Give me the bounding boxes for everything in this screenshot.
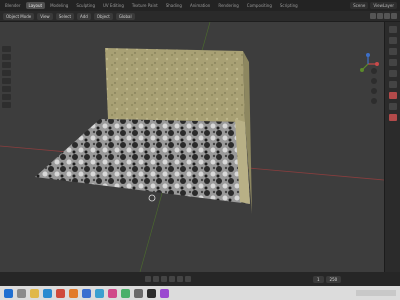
scene-properties-icon[interactable] [389,70,397,77]
start-icon[interactable] [4,288,13,298]
terminal-icon[interactable] [147,288,156,298]
edge-icon[interactable] [43,288,52,298]
workspace-bar: Blender Layout Modeling Sculpting UV Edi… [0,0,400,11]
select-tool-icon[interactable] [2,46,11,52]
workspace-tab[interactable]: Blender [2,2,24,9]
workspace-tab[interactable]: Texture Paint [129,2,161,9]
world-properties-icon[interactable] [389,81,397,88]
rendered-shading-icon[interactable] [391,13,397,19]
z-axis-icon[interactable] [366,53,370,57]
transform-orientation-dropdown[interactable]: Global [115,12,135,20]
frame-end-field[interactable]: 250 [325,275,342,283]
3d-viewport[interactable] [0,22,384,272]
annotate-tool-icon[interactable] [2,94,11,100]
y-axis-icon[interactable] [360,68,364,72]
textured-wall-back[interactable] [105,48,245,122]
workspace-tab[interactable]: Sculpting [73,2,98,9]
select-menu[interactable]: Select [55,12,75,20]
perspective-toggle-icon[interactable] [371,98,377,104]
camera-view-icon[interactable] [371,88,377,94]
file-explorer-icon[interactable] [30,288,39,298]
mode-dropdown[interactable]: Object Mode [3,12,35,20]
search-icon[interactable] [17,288,26,298]
cursor-tool-icon[interactable] [2,54,11,60]
render-properties-icon[interactable] [389,37,397,44]
music-icon[interactable] [108,288,117,298]
jump-end-icon[interactable] [185,276,191,282]
add-menu[interactable]: Add [77,12,91,20]
measure-tool-icon[interactable] [2,102,11,108]
chrome-icon[interactable] [56,288,65,298]
prev-keyframe-icon[interactable] [153,276,159,282]
app-icon[interactable] [160,288,169,298]
system-tray[interactable] [356,290,396,296]
modifier-properties-icon[interactable] [389,103,397,110]
viewport-nav-buttons [371,68,379,104]
tool-properties-icon[interactable] [389,26,397,33]
workspace-tab[interactable]: Compositing [244,2,275,9]
view-layer-selector[interactable]: ViewLayer [370,2,397,9]
output-properties-icon[interactable] [389,48,397,55]
solid-shading-icon[interactable] [377,13,383,19]
zoom-icon[interactable] [371,68,377,74]
shading-buttons [370,13,400,19]
wireframe-shading-icon[interactable] [370,13,376,19]
3d-cursor-icon[interactable] [148,194,156,202]
rotate-tool-icon[interactable] [2,70,11,76]
view-menu[interactable]: View [37,12,53,20]
viewport-canvas [0,22,384,272]
viewport-header: Object Mode View Select Add Object Globa… [0,11,400,22]
move-tool-icon[interactable] [2,62,11,68]
properties-panel [384,22,400,272]
textured-floor-plane[interactable] [35,119,250,204]
jump-start-icon[interactable] [145,276,151,282]
workspace-tab[interactable]: Rendering [215,2,241,9]
frame-start-field[interactable]: 1 [313,275,324,283]
material-shading-icon[interactable] [384,13,390,19]
workspace-tab[interactable]: Animation [187,2,213,9]
os-taskbar [0,286,400,300]
blender-icon[interactable] [69,288,78,298]
scale-tool-icon[interactable] [2,78,11,84]
store-icon[interactable] [95,288,104,298]
pan-icon[interactable] [371,78,377,84]
workspace-tab[interactable]: Shading [163,2,185,9]
workspace-tab[interactable]: Modeling [47,2,71,9]
object-menu[interactable]: Object [93,12,113,20]
scene-selectors: Scene ViewLayer [350,2,400,9]
scene-selector[interactable]: Scene [350,2,369,9]
object-properties-icon[interactable] [389,92,397,99]
play-reverse-icon[interactable] [161,276,167,282]
material-properties-icon[interactable] [389,114,397,121]
workspace-tab[interactable]: Scripting [277,2,301,9]
photos-icon[interactable] [121,288,130,298]
mail-icon[interactable] [82,288,91,298]
view-layer-properties-icon[interactable] [389,59,397,66]
workspace-tab-active[interactable]: Layout [25,2,46,9]
timeline-bar: 1 250 [0,272,400,286]
tool-strip [2,46,12,108]
transform-tool-icon[interactable] [2,86,11,92]
x-axis-icon[interactable] [375,62,379,66]
play-icon[interactable] [169,276,175,282]
next-keyframe-icon[interactable] [177,276,183,282]
settings-icon[interactable] [134,288,143,298]
workspace-tab[interactable]: UV Editing [100,2,127,9]
